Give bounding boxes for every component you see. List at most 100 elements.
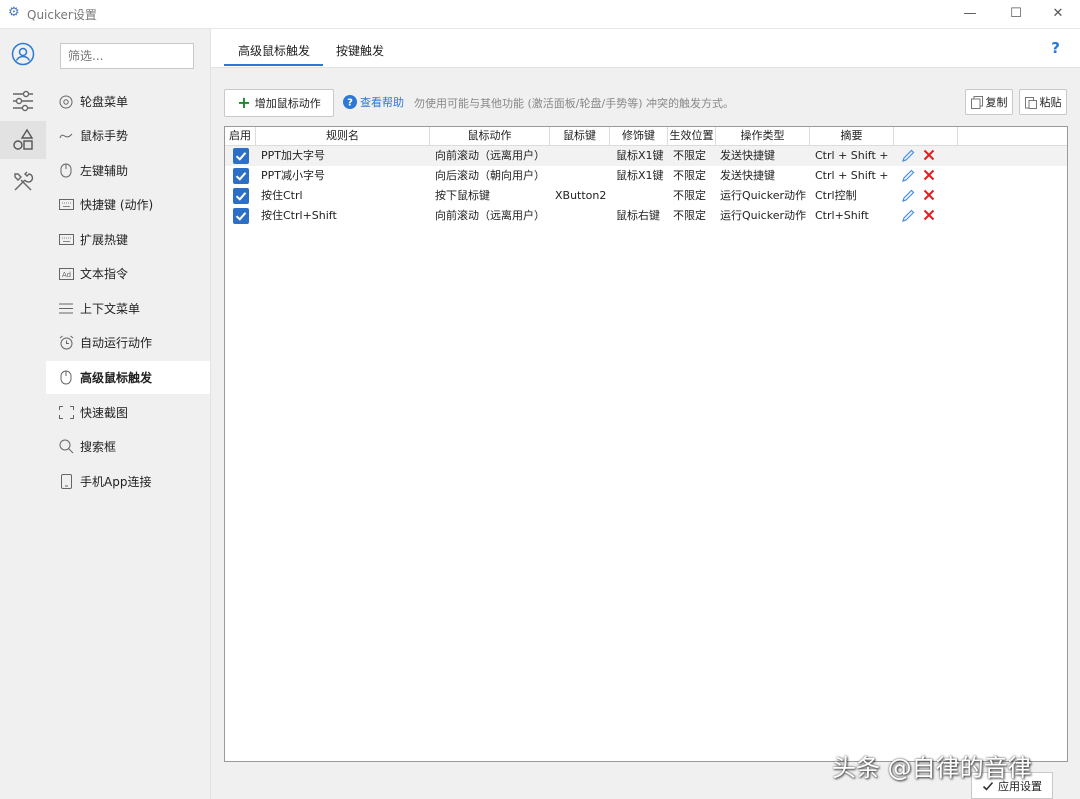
nav-item-auto-run[interactable]: 自动运行动作: [46, 326, 210, 359]
operation-type: 发送快捷键: [720, 149, 775, 162]
menu-lines-icon: [58, 301, 74, 317]
mouse-icon: [58, 163, 74, 179]
nav-item-context-menu[interactable]: 上下文菜单: [46, 292, 210, 325]
modifier-key: 鼠标X1键: [616, 149, 664, 162]
copy-button[interactable]: 复制: [965, 89, 1013, 115]
paste-button[interactable]: 粘贴: [1019, 89, 1067, 115]
column-header-modifier[interactable]: 修饰键: [610, 127, 668, 145]
delete-x-icon[interactable]: [923, 209, 935, 224]
delete-x-icon[interactable]: [923, 149, 935, 164]
rules-table: 启用 规则名 鼠标动作 鼠标键 修饰键 生效位置 操作类型 摘要 PPT加大字号…: [224, 126, 1068, 762]
mouse-action: 向前滚动（远离用户）: [435, 149, 545, 162]
modifier-key: 鼠标右键: [616, 209, 660, 222]
modifier-key: 鼠标X1键: [616, 169, 664, 182]
conflict-hint: 勿使用可能与其他功能 (激活面板/轮盘/手势等) 冲突的触发方式。: [414, 97, 734, 110]
add-mouse-action-button[interactable]: + 增加鼠标动作: [224, 89, 334, 117]
nav-item-extended-hotkey[interactable]: 扩展热键: [46, 223, 210, 256]
column-header-actions: [894, 127, 958, 145]
nav-item-label: 文本指令: [80, 267, 129, 281]
column-header-rule-name[interactable]: 规则名: [256, 127, 430, 145]
paste-label: 粘贴: [1039, 96, 1062, 109]
edit-pencil-icon[interactable]: [901, 169, 915, 186]
filter-input[interactable]: [60, 43, 194, 69]
nav-item-mobile-app[interactable]: 手机App连接: [46, 465, 210, 498]
nav-item-label: 自动运行动作: [80, 336, 153, 350]
table-row[interactable]: PPT减小字号 向后滚动（朝向用户） 鼠标X1键 不限定 发送快捷键 Ctrl …: [225, 166, 1067, 186]
column-header-mouse-button[interactable]: 鼠标键: [550, 127, 610, 145]
svg-text:?: ?: [347, 98, 353, 109]
nav-item-label: 快速截图: [80, 406, 129, 420]
nav-item-text-command[interactable]: Ad 文本指令: [46, 257, 210, 290]
window-title: Quicker设置: [27, 8, 97, 22]
summary: Ctrl+Shift: [815, 209, 869, 222]
settings-category-button[interactable]: [0, 82, 46, 120]
nav-item-advanced-mouse-trigger[interactable]: 高级鼠标触发: [46, 361, 210, 394]
column-header-scope[interactable]: 生效位置: [668, 127, 716, 145]
edit-pencil-icon[interactable]: [901, 149, 915, 166]
column-header-enabled[interactable]: 启用: [225, 127, 256, 145]
sidebar: 轮盘菜单 鼠标手势 左键辅助 快捷键 (动作) 扩展热键 Ad 文本指令 上下文…: [46, 29, 211, 799]
nav-item-mouse-gesture[interactable]: 鼠标手势: [46, 119, 210, 152]
enabled-checkbox[interactable]: [233, 148, 249, 164]
rule-name: PPT减小字号: [261, 169, 325, 182]
rule-name: PPT加大字号: [261, 149, 325, 162]
category-iconbar: [0, 29, 46, 799]
keyboard-icon: [58, 197, 74, 213]
tab-bar: 高级鼠标触发 按键触发 ?: [211, 29, 1080, 68]
help-circle-icon: ?: [343, 95, 357, 109]
column-header-summary[interactable]: 摘要: [810, 127, 894, 145]
view-help-link[interactable]: ? 查看帮助: [343, 94, 404, 110]
scope: 不限定: [673, 189, 706, 202]
mouse-action: 向前滚动（远离用户）: [435, 209, 545, 222]
sliders-icon: [13, 90, 33, 112]
copy-label: 复制: [985, 96, 1008, 109]
rule-name: 按住Ctrl: [261, 189, 303, 202]
maximize-button[interactable]: ☐: [994, 0, 1038, 28]
enabled-checkbox[interactable]: [233, 188, 249, 204]
nav-item-label: 上下文菜单: [80, 302, 141, 316]
features-category-button[interactable]: [0, 121, 46, 159]
close-button[interactable]: ✕: [1036, 0, 1080, 28]
scope: 不限定: [673, 169, 706, 182]
mouse-action: 按下鼠标键: [435, 189, 490, 202]
summary: Ctrl + Shift + .: [815, 149, 891, 162]
table-row[interactable]: PPT加大字号 向前滚动（远离用户） 鼠标X1键 不限定 发送快捷键 Ctrl …: [225, 146, 1067, 166]
edit-pencil-icon[interactable]: [901, 189, 915, 206]
nav-item-search-box[interactable]: 搜索框: [46, 430, 210, 463]
nav-item-label: 轮盘菜单: [80, 95, 129, 109]
delete-x-icon[interactable]: [923, 169, 935, 184]
minimize-button[interactable]: —: [948, 0, 992, 28]
nav-item-left-click-assist[interactable]: 左键辅助: [46, 154, 210, 187]
watermark: 头条 @自律的音律: [832, 754, 1032, 782]
enabled-checkbox[interactable]: [233, 168, 249, 184]
enabled-checkbox[interactable]: [233, 208, 249, 224]
mouse-icon: [58, 370, 74, 386]
svg-text:Ad: Ad: [61, 271, 70, 279]
nav-item-wheel-menu[interactable]: 轮盘菜单: [46, 85, 210, 118]
table-row[interactable]: 按住Ctrl+Shift 向前滚动（远离用户） 鼠标右键 不限定 运行Quick…: [225, 206, 1067, 226]
table-row[interactable]: 按住Ctrl 按下鼠标键 XButton2 不限定 运行Quicker动作 Ct…: [225, 186, 1067, 206]
keyboard-icon: [58, 232, 74, 248]
operation-type: 发送快捷键: [720, 169, 775, 182]
tab-advanced-mouse-trigger[interactable]: 高级鼠标触发: [223, 42, 324, 66]
tools-category-button[interactable]: [0, 163, 46, 201]
column-header-mouse-action[interactable]: 鼠标动作: [430, 127, 550, 145]
nav-item-label: 搜索框: [80, 440, 117, 454]
view-help-label: 查看帮助: [360, 96, 404, 109]
rule-name: 按住Ctrl+Shift: [261, 209, 337, 222]
plus-icon: +: [237, 93, 251, 112]
user-category-button[interactable]: [0, 35, 46, 73]
nav-item-shortcut-action[interactable]: 快捷键 (动作): [46, 188, 210, 221]
scope: 不限定: [673, 209, 706, 222]
nav-item-quick-screenshot[interactable]: 快速截图: [46, 396, 210, 429]
column-header-operation-type[interactable]: 操作类型: [716, 127, 810, 145]
nav-item-label: 左键辅助: [80, 164, 129, 178]
nav-item-label: 扩展热键: [80, 233, 129, 247]
help-question-icon[interactable]: ?: [1051, 39, 1060, 57]
tab-key-trigger[interactable]: 按键触发: [336, 42, 384, 59]
paste-icon: [1024, 96, 1037, 109]
wheel-icon: [58, 94, 74, 110]
search-icon: [58, 439, 74, 455]
delete-x-icon[interactable]: [923, 189, 935, 204]
edit-pencil-icon[interactable]: [901, 209, 915, 226]
